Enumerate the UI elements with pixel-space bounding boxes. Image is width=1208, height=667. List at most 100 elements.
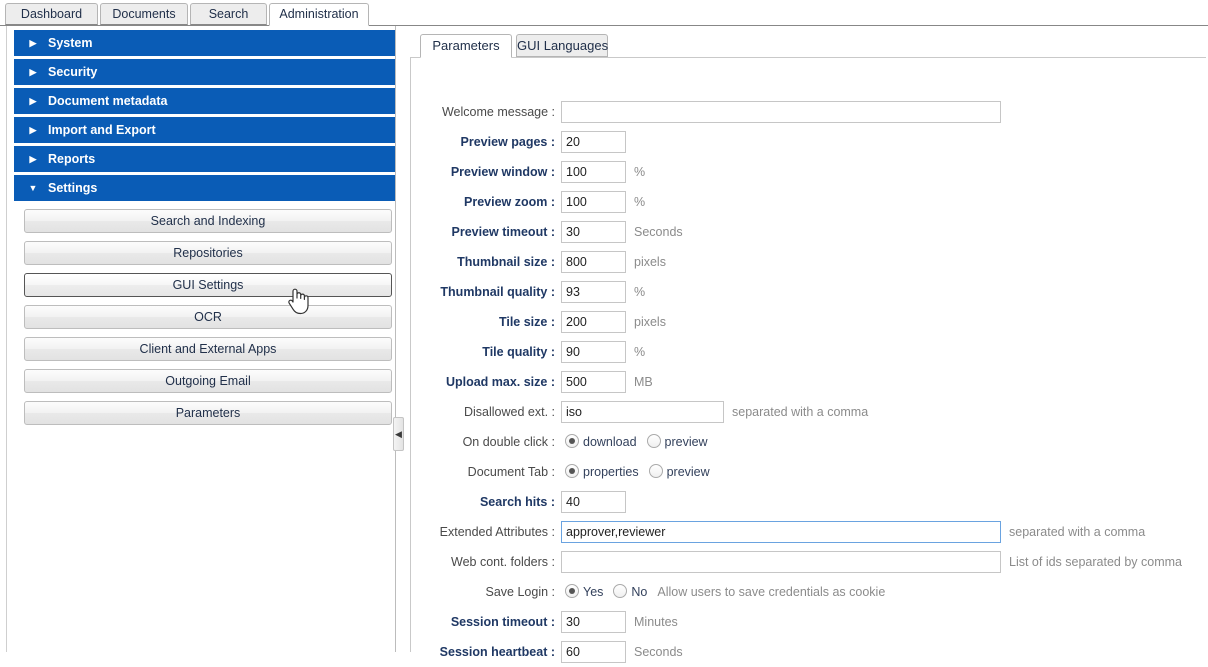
field-unit-hint: Minutes (634, 615, 678, 629)
field-input[interactable] (561, 191, 626, 213)
radio-button[interactable] (646, 434, 661, 448)
chevron-down-icon: ▼ (28, 183, 38, 193)
radio-label[interactable]: preview (665, 435, 708, 449)
field-input[interactable] (561, 161, 626, 183)
top-tab-dashboard[interactable]: Dashboard (5, 3, 98, 25)
field-input[interactable] (561, 611, 626, 633)
sidebar-section-system[interactable]: ▶ System (14, 30, 395, 56)
field-unit-hint: % (634, 165, 646, 179)
form-row: Web cont. folders : List of ids separated… (411, 547, 1201, 577)
chevron-right-icon: ▶ (29, 125, 37, 135)
field-unit-hint: % (634, 285, 646, 299)
field-unit-hint: List of ids separated by comma (1009, 555, 1182, 569)
field-label: Document Tab : (467, 465, 555, 479)
field-label: Upload max. size : (445, 375, 555, 389)
field-input[interactable] (561, 371, 626, 393)
field-input[interactable] (561, 341, 626, 363)
sidebar-collapse-splitter[interactable]: ◀ (393, 417, 404, 451)
radio-button[interactable] (565, 464, 579, 478)
field-label: On double click : (462, 435, 555, 449)
form-row: Thumbnail quality :% (411, 277, 1201, 307)
field-input[interactable] (561, 251, 626, 273)
form-row: Disallowed ext. : separated with a comma (411, 397, 1201, 427)
field-label: Search hits : (479, 495, 555, 509)
sidebar-section-settings[interactable]: ▼ Settings (14, 175, 395, 201)
parameters-form-panel: Welcome message : Preview pages : Preview … (410, 57, 1206, 663)
top-tab-administration[interactable]: Administration (269, 3, 369, 26)
radio-button[interactable] (648, 464, 663, 478)
chevron-left-icon: ◀ (395, 429, 402, 439)
top-tab-documents[interactable]: Documents (100, 3, 188, 25)
settings-button-outgoing-email[interactable]: Outgoing Email (24, 369, 392, 393)
field-label: Preview pages : (460, 135, 556, 149)
field-input[interactable] (561, 311, 626, 333)
chevron-right-icon: ▶ (29, 38, 37, 48)
form-row: Welcome message : (411, 97, 1201, 127)
radio-group: Yes No Allow users to save credentials as … (565, 577, 885, 607)
radio-button[interactable] (613, 584, 628, 598)
radio-button[interactable] (565, 584, 579, 598)
field-label: Thumbnail quality : (440, 285, 555, 299)
field-label: Thumbnail size : (457, 255, 555, 269)
left-sidebar: ▶ System ▶ Security ▶ Document metadata ▶ Impor… (0, 26, 396, 652)
top-tab-search[interactable]: Search (190, 3, 267, 25)
sidebar-section-label: System (48, 36, 93, 50)
radio-row-hint: Allow users to save credentials as cooki… (657, 585, 886, 599)
field-label: Disallowed ext. : (463, 405, 555, 419)
field-input[interactable] (561, 131, 626, 153)
field-unit-hint: separated with a comma (1009, 525, 1146, 539)
field-label: Tile size : (498, 315, 555, 329)
radio-button[interactable] (565, 434, 579, 448)
field-input[interactable] (561, 281, 626, 303)
field-unit-hint: MB (634, 375, 653, 389)
form-row: Thumbnail size : pixels (411, 247, 1201, 277)
sidebar-section-reports[interactable]: ▶ Reports (14, 146, 395, 172)
form-row: Tile quality :% (411, 337, 1201, 367)
field-input[interactable] (561, 551, 1001, 573)
panel-tab-gui-languages[interactable]: GUI Languages (516, 34, 608, 57)
field-input[interactable] (561, 401, 724, 423)
main-panel: Welcome message : Preview pages : Preview … (404, 26, 1208, 663)
form-row: Preview pages : (411, 127, 1201, 157)
form-row: Session heartbeat : Seconds (411, 637, 1201, 667)
chevron-right-icon: ▶ (29, 67, 37, 77)
panel-tab-parameters[interactable]: Parameters (420, 34, 512, 58)
sidebar-section-document-metadata[interactable]: ▶ Document metadata (14, 88, 395, 114)
field-input[interactable] (561, 521, 1001, 543)
settings-button-client-and-external-apps[interactable]: Client and External Apps (24, 337, 392, 361)
field-label: Welcome message : (441, 105, 555, 119)
settings-button-gui-settings[interactable]: GUI Settings (24, 273, 392, 297)
radio-label[interactable]: Yes (583, 585, 603, 599)
field-input[interactable] (561, 641, 626, 663)
field-unit-hint: pixels (634, 255, 666, 269)
field-label: Preview timeout : (451, 225, 556, 239)
field-input[interactable] (561, 491, 626, 513)
field-label: Session heartbeat : (439, 645, 555, 659)
field-label: Tile quality : (482, 345, 555, 359)
radio-label[interactable]: preview (667, 465, 710, 479)
field-label: Save Login : (485, 585, 556, 599)
settings-button-search-and-indexing[interactable]: Search and Indexing (24, 209, 392, 233)
radio-row: Save Login : Yes No Allow users to save cre… (411, 577, 1201, 607)
field-label: Web cont. folders : (451, 555, 555, 569)
sidebar-section-import-and-export[interactable]: ▶ Import and Export (14, 117, 395, 143)
form-row: Search hits : (411, 487, 1201, 517)
sidebar-section-label: Document metadata (48, 94, 168, 108)
field-label: Preview zoom : (464, 195, 555, 209)
radio-label[interactable]: download (583, 435, 637, 449)
form-row: Preview timeout : Seconds (411, 217, 1201, 247)
radio-row: Document Tab : properties preview (411, 457, 1201, 487)
radio-label[interactable]: No (631, 585, 647, 599)
top-tab-bar: Dashboard Documents Search Administration (0, 0, 1208, 26)
settings-button-parameters[interactable]: Parameters (24, 401, 392, 425)
field-input[interactable] (561, 221, 626, 243)
settings-button-repositories[interactable]: Repositories (24, 241, 392, 265)
settings-button-ocr[interactable]: OCR (24, 305, 392, 329)
sidebar-section-security[interactable]: ▶ Security (14, 59, 395, 85)
field-label: Preview window : (450, 165, 555, 179)
field-input[interactable] (561, 101, 1001, 123)
form-row: Tile size : pixels (411, 307, 1201, 337)
radio-label[interactable]: properties (583, 465, 639, 479)
form-row: Session timeout : Minutes (411, 607, 1201, 637)
sidebar-section-label: Import and Export (48, 123, 156, 137)
